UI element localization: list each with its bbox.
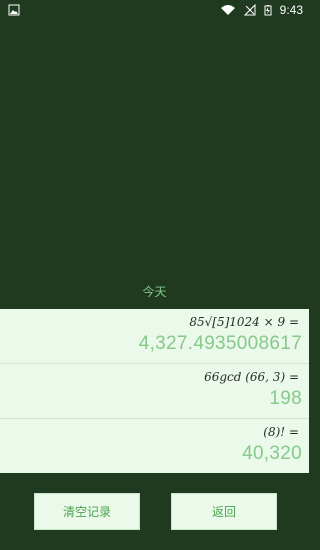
history-row[interactable]: (8)! = 40,320 — [0, 419, 309, 473]
status-bar: 9:43 — [0, 0, 309, 22]
history-result: 198 — [269, 388, 302, 409]
history-result: 40,320 — [242, 443, 302, 464]
status-icons: 9:43 — [220, 3, 303, 17]
image-icon — [8, 4, 20, 16]
history-expression: 66gcd (66, 3) = — [204, 370, 299, 384]
battery-charging-icon — [264, 5, 272, 16]
history-expression: 85√[5]1024 × 9 = — [189, 315, 299, 329]
history-expression: (8)! = — [263, 425, 299, 439]
wifi-icon — [220, 5, 235, 15]
history-list: 85√[5]1024 × 9 = 4,327.4935008617 66gcd … — [0, 309, 309, 473]
history-result: 4,327.4935008617 — [138, 333, 302, 354]
history-row[interactable]: 66gcd (66, 3) = 198 — [0, 364, 309, 419]
today-label: 今天 — [142, 285, 167, 299]
signal-off-icon — [243, 4, 256, 16]
clock-text: 9:43 — [279, 3, 303, 17]
back-button[interactable]: 返回 — [171, 493, 277, 530]
history-row[interactable]: 85√[5]1024 × 9 = 4,327.4935008617 — [0, 309, 309, 364]
clear-history-button[interactable]: 清空记录 — [34, 493, 140, 530]
